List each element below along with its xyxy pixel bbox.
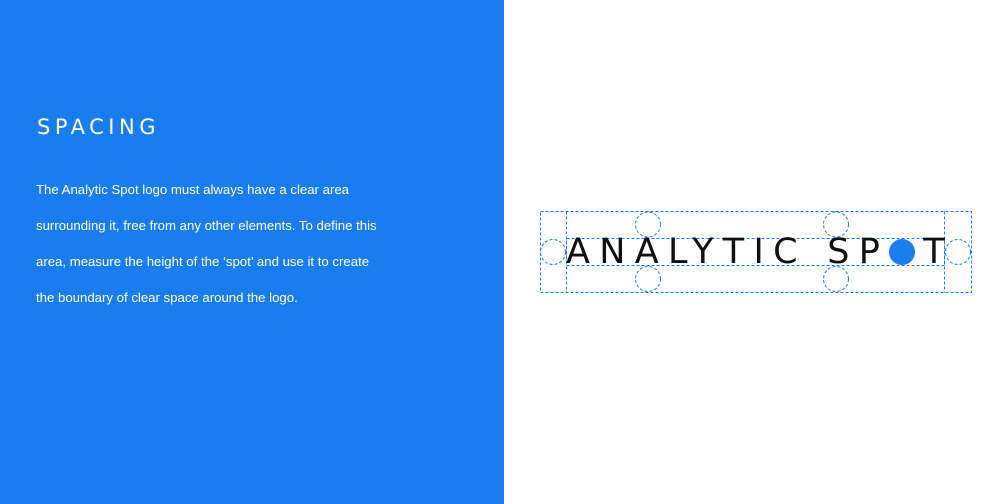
spot-measure-circle <box>540 239 566 265</box>
analytic-spot-logo: ANALYTIC SP T <box>566 228 954 276</box>
description-line: area, measure the height of the ‘spot’ a… <box>36 254 370 269</box>
spacing-info-panel: SPACING The Analytic Spot logo must alwa… <box>0 0 504 504</box>
description-line: The Analytic Spot logo must always have … <box>36 182 350 197</box>
description-line: the boundary of clear space around the l… <box>36 290 298 305</box>
section-heading: SPACING <box>37 115 160 139</box>
logo-text: ANALYTIC SP <box>566 232 890 272</box>
description-line: surrounding it, free from any other elem… <box>36 218 377 233</box>
logo-text-end: T <box>923 232 954 272</box>
brand-guidelines-page: SPACING The Analytic Spot logo must alwa… <box>0 0 1008 504</box>
spacing-description: The Analytic Spot logo must always have … <box>36 172 436 316</box>
logo-spacing-diagram-panel: ANALYTIC SP T <box>504 0 1008 504</box>
